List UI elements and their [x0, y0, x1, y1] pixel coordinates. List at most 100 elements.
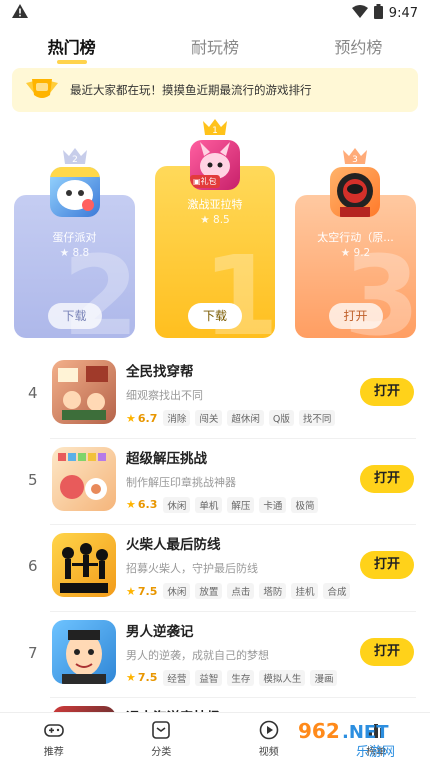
open-button[interactable]: 打开 — [360, 378, 414, 406]
game-tag: 超休闲 — [227, 410, 264, 426]
game-tag: 解压 — [227, 496, 255, 513]
open-button[interactable]: 打开 — [360, 637, 414, 666]
download-button[interactable]: 下载 — [47, 303, 102, 329]
rank-number: 7 — [28, 643, 38, 662]
info-banner: 最近大家都在玩！摸摸鱼近期最流行的游戏排行 — [12, 68, 418, 112]
star-icon: ★ — [126, 584, 136, 598]
battery-icon — [373, 3, 383, 23]
tab-reservation[interactable]: 预约榜 — [314, 30, 402, 62]
ranking-tabs: 热门榜 耐玩榜 预约榜 — [0, 28, 430, 64]
game-icon-eggy-party — [50, 167, 100, 217]
game-meta: ★ 6.7 消除 闯关 超休闲 Q版 找不同 — [126, 410, 340, 426]
game-title: 火柴人最后防线 — [126, 537, 221, 553]
podium-game-name: 激战亚拉特 — [187, 198, 243, 211]
game-icon-yalate: ▣礼包 — [190, 140, 240, 190]
svg-text:2: 2 — [72, 155, 78, 165]
nav-recommend[interactable]: 推荐 — [0, 713, 108, 764]
podium-score: ★ 8.5 — [200, 214, 230, 226]
game-icon — [52, 360, 116, 424]
svg-text:962: 962 — [298, 719, 340, 743]
game-tag: Q版 — [268, 410, 294, 426]
game-tag: 漫画 — [310, 669, 338, 686]
status-time: 9:47 — [388, 5, 418, 21]
download-button[interactable]: 下载 — [188, 303, 242, 329]
svg-text:乐游网: 乐游网 — [356, 745, 395, 760]
game-icon — [52, 619, 116, 684]
game-score: 7.5 — [137, 671, 158, 684]
game-tag: 卡通 — [259, 496, 287, 513]
game-meta: ★ 6.3 休闲 单机 解压 卡通 极简 — [126, 496, 323, 513]
wifi-icon — [351, 4, 368, 22]
gamepad-icon — [43, 720, 64, 740]
game-tag: 极简 — [291, 496, 319, 513]
svg-text:.NET: .NET — [342, 722, 389, 743]
podium-game-name: 太空行动（原... — [317, 231, 394, 244]
game-title: 超级解压挑战 — [126, 450, 207, 467]
game-tag: 找不同 — [298, 410, 336, 426]
bronze-crown-icon: 3 — [342, 146, 368, 166]
star-icon: ★ — [200, 214, 214, 226]
game-tag: 点击 — [227, 583, 255, 599]
list-item[interactable]: 5 超级解压挑战 制作解压印章挑战神器 ★ 6.3 休闲 单机 解压 卡通 极简… — [28, 439, 416, 525]
rank-number: 6 — [28, 557, 38, 575]
open-button[interactable]: 打开 — [328, 303, 383, 329]
star-icon: ★ — [59, 247, 73, 259]
podium-first[interactable]: 1 激战亚拉特 ★ 8.5 下载 — [155, 166, 275, 338]
star-icon: ★ — [126, 411, 136, 425]
open-button[interactable]: 打开 — [360, 464, 414, 493]
site-watermark: 962 .NET 乐游网 — [294, 716, 424, 760]
tab-hot[interactable]: 热门榜 — [28, 30, 116, 62]
game-score: 7.5 — [137, 584, 158, 598]
game-icon — [52, 533, 116, 597]
game-description: 招募火柴人，守护最后防线 — [126, 562, 258, 575]
game-tag: 塔防 — [259, 583, 287, 599]
game-icon-space-action — [330, 167, 380, 217]
game-tag: 模拟人生 — [259, 669, 306, 686]
game-tag: 放置 — [195, 583, 223, 599]
game-tag: 休闲 — [163, 496, 191, 513]
star-icon: ★ — [340, 247, 354, 259]
nav-category[interactable]: 分类 — [108, 713, 216, 764]
game-tag: 休闲 — [163, 583, 191, 599]
game-title: 男人逆袭记 — [126, 623, 194, 640]
game-tag: 消除 — [163, 410, 191, 426]
podium-game-name: 蛋仔派对 — [52, 231, 97, 244]
svg-text:3: 3 — [352, 155, 358, 165]
game-tag: 挂机 — [291, 583, 319, 599]
category-icon — [151, 720, 171, 740]
trophy-icon — [22, 75, 62, 105]
game-tag: 闯关 — [195, 410, 223, 426]
ranking-list: 4 全民找穿帮 细观察找出不同 ★ 6.7 消除 闯关 超休闲 Q版 找不同 打… — [0, 352, 430, 764]
tab-playable[interactable]: 耐玩榜 — [171, 30, 259, 62]
nav-label: 视频 — [258, 746, 279, 758]
list-item[interactable]: 6 火柴人最后防线 招募火柴人，守护最后防线 ★ 7.5 休闲 放置 点击 塔防… — [28, 525, 416, 612]
play-icon — [259, 720, 279, 740]
game-tag: 合成 — [323, 583, 351, 599]
game-description: 细观察找出不同 — [126, 389, 203, 402]
rank-number: 5 — [28, 470, 38, 489]
game-tag: 经营 — [163, 669, 191, 686]
podium-score: ★ 9.2 — [340, 247, 371, 259]
game-tag: 生存 — [227, 669, 255, 686]
game-meta: ★ 7.5 经营 益智 生存 模拟人生 漫画 — [126, 669, 342, 686]
nav-label: 推荐 — [43, 746, 64, 758]
warning-icon — [12, 4, 28, 22]
star-icon: ★ — [126, 671, 136, 684]
game-score: 6.3 — [137, 498, 158, 511]
list-item[interactable]: 4 全民找穿帮 细观察找出不同 ★ 6.7 消除 闯关 超休闲 Q版 找不同 打… — [28, 352, 416, 439]
game-description: 男人的逆袭，成就自己的梦想 — [126, 648, 269, 662]
gift-badge: ▣礼包 — [190, 175, 220, 188]
game-tag: 益智 — [195, 669, 223, 686]
open-button[interactable]: 打开 — [360, 551, 414, 579]
star-icon: ★ — [126, 498, 136, 511]
podium-score: ★ 8.8 — [59, 247, 90, 259]
silver-crown-icon: 2 — [62, 146, 88, 166]
game-meta: ★ 7.5 休闲 放置 点击 塔防 挂机 合成 — [126, 583, 355, 599]
rank-number: 4 — [28, 384, 38, 402]
svg-text:1: 1 — [212, 126, 218, 136]
banner-text: 最近大家都在玩！摸摸鱼近期最流行的游戏排行 — [70, 83, 312, 97]
game-icon — [52, 446, 116, 511]
game-title: 全民找穿帮 — [126, 364, 194, 380]
gift-icon: ▣ — [193, 177, 201, 186]
list-item[interactable]: 7 男人逆袭记 男人的逆袭，成就自己的梦想 ★ 7.5 经营 益智 生存 模拟人… — [28, 612, 416, 698]
